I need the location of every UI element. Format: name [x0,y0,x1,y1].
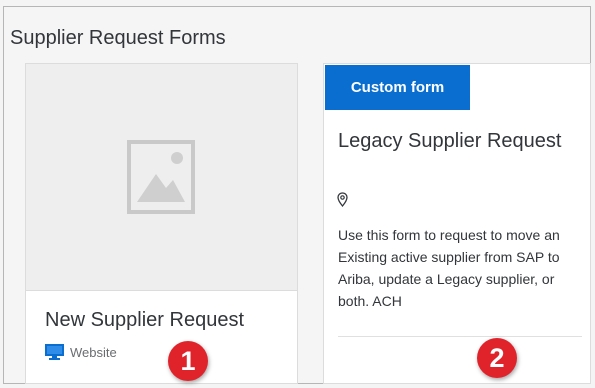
legacy-supplier-request-card[interactable]: Custom form Legacy Supplier Request Use … [323,63,591,384]
description-divider [338,336,582,337]
card-description: Use this form to request to move an Exis… [338,224,584,335]
category-label: Website [70,345,117,360]
custom-form-badge: Custom form [325,65,470,110]
description-text: Use this form to request to move an Exis… [338,227,560,309]
image-placeholder-icon [127,140,195,214]
card-image [26,64,297,291]
page-title: Supplier Request Forms [10,27,226,49]
monitor-icon [45,344,64,360]
new-supplier-request-card[interactable]: New Supplier Request Website [25,63,298,384]
location-pin-icon [337,192,348,207]
card-title: Legacy Supplier Request [338,130,562,152]
card-title: New Supplier Request [45,309,244,331]
callout-number-1: 1 [168,341,208,381]
callout-number-2: 2 [477,338,517,378]
card-category: Website [45,344,117,361]
